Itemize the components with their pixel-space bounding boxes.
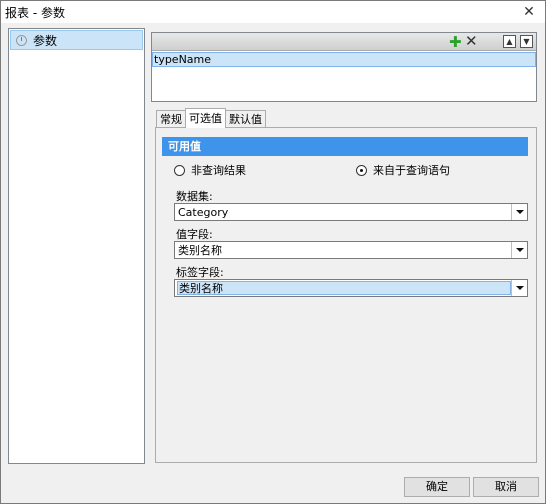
radio-button[interactable] bbox=[356, 164, 367, 176]
parameter-toolbar: ✚ ✕ ▲ ▼ bbox=[152, 33, 536, 51]
parameter-row[interactable]: typeName bbox=[152, 52, 536, 67]
tab-available-values[interactable]: 可选值 bbox=[185, 108, 226, 128]
dataset-label: 数据集: bbox=[176, 190, 213, 203]
tab-general[interactable]: 常规 bbox=[156, 110, 186, 128]
tree-item-parameters[interactable]: 参数 bbox=[10, 30, 143, 50]
radio-from-query[interactable]: 来自于查询语句 bbox=[356, 162, 450, 178]
label-field-select[interactable]: 类别名称 bbox=[174, 279, 528, 297]
dialog-window: 报表 - 参数 ✕ 参数 ✚ ✕ ▲ ▼ typeName 常规 可选值 默认值… bbox=[0, 0, 546, 504]
radio-label: 非查询结果 bbox=[191, 164, 246, 177]
label-field-value: 类别名称 bbox=[177, 281, 511, 295]
section-header: 可用值 bbox=[162, 137, 528, 156]
delete-icon[interactable]: ✕ bbox=[465, 33, 478, 50]
move-up-icon[interactable]: ▲ bbox=[503, 35, 516, 48]
add-icon[interactable]: ✚ bbox=[449, 34, 462, 50]
label-field-label: 标签字段: bbox=[176, 266, 224, 279]
parameter-list[interactable]: ✚ ✕ ▲ ▼ typeName bbox=[151, 32, 537, 102]
chevron-down-icon[interactable] bbox=[511, 204, 527, 220]
value-field-select[interactable]: 类别名称 bbox=[174, 241, 528, 259]
ok-button[interactable]: 确定 bbox=[404, 477, 470, 497]
parameter-tree[interactable]: 参数 bbox=[8, 28, 145, 464]
cancel-button[interactable]: 取消 bbox=[473, 477, 539, 497]
value-field-value: 类别名称 bbox=[178, 244, 222, 257]
tab-strip: 常规 可选值 默认值 bbox=[156, 108, 266, 128]
radio-button[interactable] bbox=[174, 164, 185, 176]
tab-content-available-values: 可用值 非查询结果 来自于查询语句 数据集: Category 值字段: 类别名… bbox=[155, 127, 537, 463]
tab-default-value[interactable]: 默认值 bbox=[225, 110, 266, 128]
title-bar[interactable]: 报表 - 参数 ✕ bbox=[1, 1, 545, 23]
dataset-value: Category bbox=[178, 206, 229, 219]
window-title: 报表 - 参数 bbox=[5, 5, 65, 20]
dataset-select[interactable]: Category bbox=[174, 203, 528, 221]
tree-item-label: 参数 bbox=[33, 33, 58, 48]
chevron-down-icon[interactable] bbox=[511, 242, 527, 258]
chevron-down-icon[interactable] bbox=[511, 280, 527, 296]
value-field-label: 值字段: bbox=[176, 228, 213, 241]
move-down-icon[interactable]: ▼ bbox=[520, 35, 533, 48]
radio-label: 来自于查询语句 bbox=[373, 164, 450, 177]
close-icon[interactable]: ✕ bbox=[521, 4, 537, 20]
radio-non-query[interactable]: 非查询结果 bbox=[174, 162, 246, 178]
parameter-icon bbox=[16, 34, 27, 46]
